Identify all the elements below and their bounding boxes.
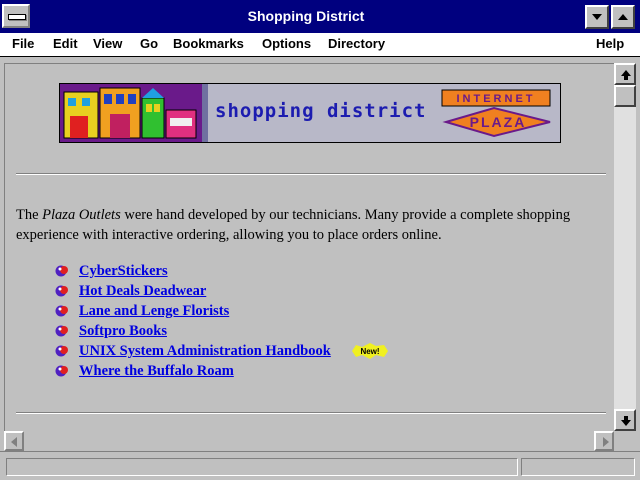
page-content: shopping district INTERNET PLAZA The Pla… xyxy=(4,63,614,431)
horizontal-scroll-track[interactable] xyxy=(4,431,614,451)
ball-bullet-icon xyxy=(55,345,68,357)
link-softpro-books[interactable]: Softpro Books xyxy=(79,321,167,341)
arrow-right-icon xyxy=(603,437,609,447)
shopping-district-banner: shopping district INTERNET PLAZA xyxy=(59,83,561,143)
arrow-left-icon xyxy=(11,437,17,447)
link-where-the-buffalo-roam[interactable]: Where the Buffalo Roam xyxy=(79,361,234,381)
internet-plaza-logo: INTERNET PLAZA xyxy=(441,89,551,138)
link-hot-deals-deadwear[interactable]: Hot Deals Deadwear xyxy=(79,281,206,301)
new-badge-text: New! xyxy=(360,347,379,356)
ball-bullet-icon xyxy=(55,365,68,377)
ball-bullet-icon xyxy=(55,325,68,337)
menu-bar: File Edit View Go Bookmarks Options Dire… xyxy=(0,33,640,57)
vertical-scroll-track[interactable] xyxy=(614,63,636,431)
menu-directory[interactable]: Directory xyxy=(328,36,385,51)
status-bar xyxy=(0,451,640,480)
system-menu-button[interactable] xyxy=(2,4,30,28)
menu-bookmarks[interactable]: Bookmarks xyxy=(173,36,244,51)
menu-file[interactable]: File xyxy=(12,36,34,51)
minimize-button[interactable] xyxy=(585,5,609,29)
intro-italic: Plaza Outlets xyxy=(42,207,121,223)
link-unix-handbook[interactable]: UNIX System Administration Handbook xyxy=(79,341,331,361)
maximize-arrow-icon xyxy=(618,14,628,20)
top-divider xyxy=(16,173,606,175)
status-message-area xyxy=(6,458,518,476)
banner-divider xyxy=(202,84,208,142)
vertical-scroll-thumb[interactable] xyxy=(614,85,636,107)
menu-options[interactable]: Options xyxy=(262,36,311,51)
link-lane-and-lenge-florists[interactable]: Lane and Lenge Florists xyxy=(79,301,229,321)
horizontal-scrollbar[interactable] xyxy=(4,431,614,451)
new-badge: New! xyxy=(352,343,388,359)
link-cyberstickers[interactable]: CyberStickers xyxy=(79,261,168,281)
menu-help[interactable]: Help xyxy=(596,36,624,51)
storefronts-illustration xyxy=(60,84,202,142)
arrow-down-icon xyxy=(621,416,631,426)
status-progress-area xyxy=(521,458,635,476)
arrow-up-icon xyxy=(621,70,631,80)
menu-go[interactable]: Go xyxy=(140,36,158,51)
system-menu-icon xyxy=(8,14,26,20)
logo-plaza-text: PLAZA xyxy=(470,114,527,130)
intro-paragraph: The Plaza Outlets were hand developed by… xyxy=(16,205,611,245)
vertical-scrollbar[interactable] xyxy=(614,63,636,431)
browser-window: Shopping District File Edit View Go Book… xyxy=(0,0,640,480)
scroll-right-button[interactable] xyxy=(594,431,614,451)
ball-bullet-icon xyxy=(55,285,68,297)
ball-bullet-icon xyxy=(55,265,68,277)
minimize-arrow-icon xyxy=(592,14,602,20)
intro-before: The xyxy=(16,207,43,223)
menu-edit[interactable]: Edit xyxy=(53,36,78,51)
menu-view[interactable]: View xyxy=(93,36,122,51)
maximize-button[interactable] xyxy=(611,5,635,29)
title-bar[interactable]: Shopping District xyxy=(0,0,640,33)
bottom-divider xyxy=(16,412,606,414)
scroll-up-button[interactable] xyxy=(614,63,636,85)
scroll-down-button[interactable] xyxy=(614,409,636,431)
scroll-left-button[interactable] xyxy=(4,431,24,451)
ball-bullet-icon xyxy=(55,305,68,317)
logo-internet-text: INTERNET xyxy=(457,93,536,105)
banner-title: shopping district xyxy=(215,100,427,122)
window-title: Shopping District xyxy=(247,8,365,24)
